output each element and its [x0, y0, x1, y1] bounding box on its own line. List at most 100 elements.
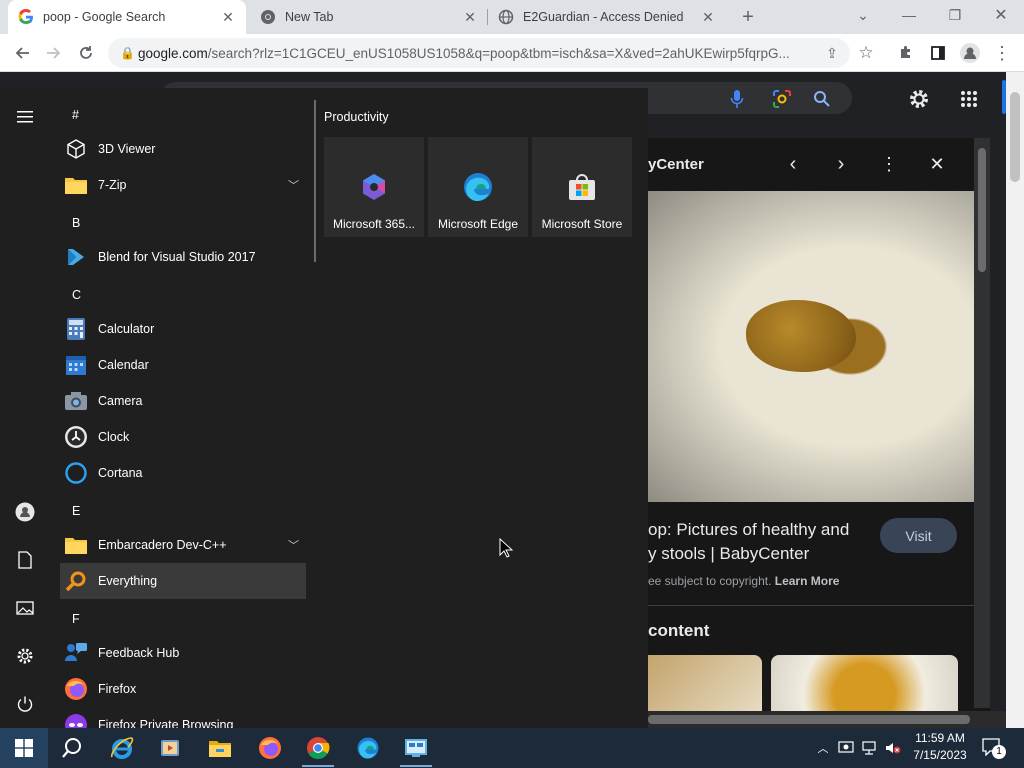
tab-google-search[interactable]: poop - Google Search ✕: [8, 0, 246, 34]
url-host: google.com: [138, 45, 208, 61]
app-everything[interactable]: Everything: [60, 563, 306, 599]
share-icon[interactable]: ⇪: [818, 39, 846, 67]
chrome-icon: [307, 737, 330, 759]
search-icon[interactable]: [809, 86, 835, 112]
google-apps-grid-icon[interactable]: [956, 86, 982, 112]
learn-more-link[interactable]: Learn More: [775, 574, 840, 588]
app-clock[interactable]: Clock: [60, 419, 306, 455]
forward-button[interactable]: [40, 39, 68, 67]
taskbar-search-button[interactable]: [48, 728, 96, 768]
close-tab-icon[interactable]: ✕: [700, 9, 716, 26]
reload-button[interactable]: [72, 39, 100, 67]
documents-icon[interactable]: [12, 547, 38, 573]
app-7-zip-folder[interactable]: 7-Zip ﹀: [60, 167, 306, 203]
group-letter[interactable]: C: [72, 288, 81, 302]
horizontal-scrollbar[interactable]: [648, 711, 1006, 728]
next-image-chevron-icon[interactable]: ›: [828, 151, 854, 177]
tile-group-name[interactable]: Productivity: [324, 110, 389, 124]
chrome-icon: [260, 9, 276, 25]
volume-muted-icon[interactable]: [884, 740, 902, 756]
tile-microsoft-365[interactable]: Microsoft 365...: [324, 137, 424, 237]
taskbar-clock[interactable]: 11:59 AM 7/15/2023: [906, 730, 974, 764]
app-label: Feedback Hub: [98, 646, 180, 660]
app-firefox[interactable]: Firefox: [60, 671, 306, 707]
chevron-down-icon[interactable]: ﹀: [288, 177, 306, 193]
group-letter[interactable]: #: [72, 108, 79, 122]
restore-button[interactable]: ❐: [932, 0, 978, 30]
chevron-down-icon[interactable]: ﹀: [288, 537, 306, 553]
app-label: Calendar: [98, 358, 149, 372]
side-panel-icon[interactable]: [924, 39, 952, 67]
preview-title[interactable]: op: Pictures of healthy and y stools | B…: [648, 518, 873, 566]
close-tab-icon[interactable]: ✕: [220, 9, 236, 26]
previous-image-chevron-icon[interactable]: ‹: [780, 151, 806, 177]
windows-start-button[interactable]: [0, 728, 48, 768]
lock-icon[interactable]: 🔒: [120, 46, 138, 60]
tile-microsoft-store[interactable]: Microsoft Store: [532, 137, 632, 237]
page-scrollbar[interactable]: [1006, 72, 1024, 728]
3d-viewer-icon: [64, 137, 88, 161]
taskbar-firefox[interactable]: [246, 728, 294, 768]
hamburger-menu-icon[interactable]: [12, 104, 38, 130]
close-preview-icon[interactable]: ✕: [924, 151, 950, 177]
profile-avatar[interactable]: [956, 39, 984, 67]
taskbar-chrome[interactable]: [294, 728, 342, 768]
power-icon[interactable]: [12, 691, 38, 717]
app-blend-visual-studio[interactable]: Blend for Visual Studio 2017: [60, 239, 306, 275]
app-calculator[interactable]: Calculator: [60, 311, 306, 347]
address-bar[interactable]: 🔒 google.com/search?rlz=1C1GCEU_enUS1058…: [108, 38, 850, 68]
scrollbar-thumb[interactable]: [1010, 92, 1020, 182]
app-label: Firefox: [98, 682, 137, 696]
pictures-icon[interactable]: [12, 595, 38, 621]
user-account-icon[interactable]: [12, 499, 38, 525]
start-app-list[interactable]: # 3D Viewer 7-Zip ﹀ B Blend for Visual S…: [58, 88, 314, 728]
app-camera[interactable]: Camera: [60, 383, 306, 419]
taskbar-file-explorer[interactable]: [196, 728, 244, 768]
related-image-thumbnail[interactable]: [771, 655, 958, 711]
edge-icon: [357, 737, 379, 759]
action-center-button[interactable]: 1: [982, 738, 1006, 760]
chrome-menu-icon[interactable]: ⋮: [988, 39, 1016, 67]
more-options-icon[interactable]: ⋮: [876, 151, 902, 177]
taskbar-internet-explorer[interactable]: [98, 728, 146, 768]
app-label: Calculator: [98, 322, 155, 336]
taskbar-control-panel[interactable]: [392, 728, 440, 768]
forward-arrow-icon: [47, 47, 61, 59]
firefox-private-icon: [64, 713, 88, 728]
app-3d-viewer[interactable]: 3D Viewer: [60, 131, 306, 167]
scrollbar-thumb[interactable]: [648, 715, 970, 724]
group-letter[interactable]: B: [72, 216, 80, 230]
new-tab-button[interactable]: +: [734, 3, 762, 31]
taskbar-edge[interactable]: [344, 728, 392, 768]
taskbar-media-player[interactable]: [146, 728, 194, 768]
group-letter[interactable]: F: [72, 612, 80, 626]
voice-search-mic-icon[interactable]: [724, 86, 750, 112]
preview-scrollbar[interactable]: [974, 138, 990, 708]
bookmark-star-icon[interactable]: ☆: [852, 39, 880, 67]
show-hidden-icons-chevron-icon[interactable]: ︿: [814, 740, 832, 756]
minimize-button[interactable]: —: [886, 0, 932, 30]
visit-button[interactable]: Visit: [880, 518, 957, 553]
back-button[interactable]: [8, 39, 36, 67]
network-tray-icon[interactable]: [860, 740, 878, 756]
extensions-puzzle-icon[interactable]: [892, 39, 920, 67]
app-firefox-private-browsing[interactable]: Firefox Private Browsing: [60, 707, 306, 728]
tab-search-chevron-icon[interactable]: ⌄: [840, 0, 886, 30]
app-list-scrollbar[interactable]: [314, 100, 316, 262]
app-embarcadero-dev-cpp-folder[interactable]: Embarcadero Dev-C++ ﹀: [60, 527, 306, 563]
scrollbar-thumb[interactable]: [978, 148, 986, 272]
tab-e2guardian[interactable]: E2Guardian - Access Denied ✕: [488, 0, 726, 34]
tab-new-tab[interactable]: New Tab ✕: [250, 0, 488, 34]
settings-gear-icon[interactable]: [12, 643, 38, 669]
security-tray-icon[interactable]: [837, 740, 855, 756]
app-calendar[interactable]: Calendar: [60, 347, 306, 383]
google-lens-icon[interactable]: [769, 86, 795, 112]
related-image-thumbnail[interactable]: [648, 655, 762, 711]
close-tab-icon[interactable]: ✕: [462, 9, 478, 26]
app-feedback-hub[interactable]: Feedback Hub: [60, 635, 306, 671]
app-cortana[interactable]: Cortana: [60, 455, 306, 491]
group-letter[interactable]: E: [72, 504, 80, 518]
settings-gear-icon[interactable]: [906, 86, 932, 112]
tile-microsoft-edge[interactable]: Microsoft Edge: [428, 137, 528, 237]
close-window-button[interactable]: ✕: [978, 0, 1024, 30]
